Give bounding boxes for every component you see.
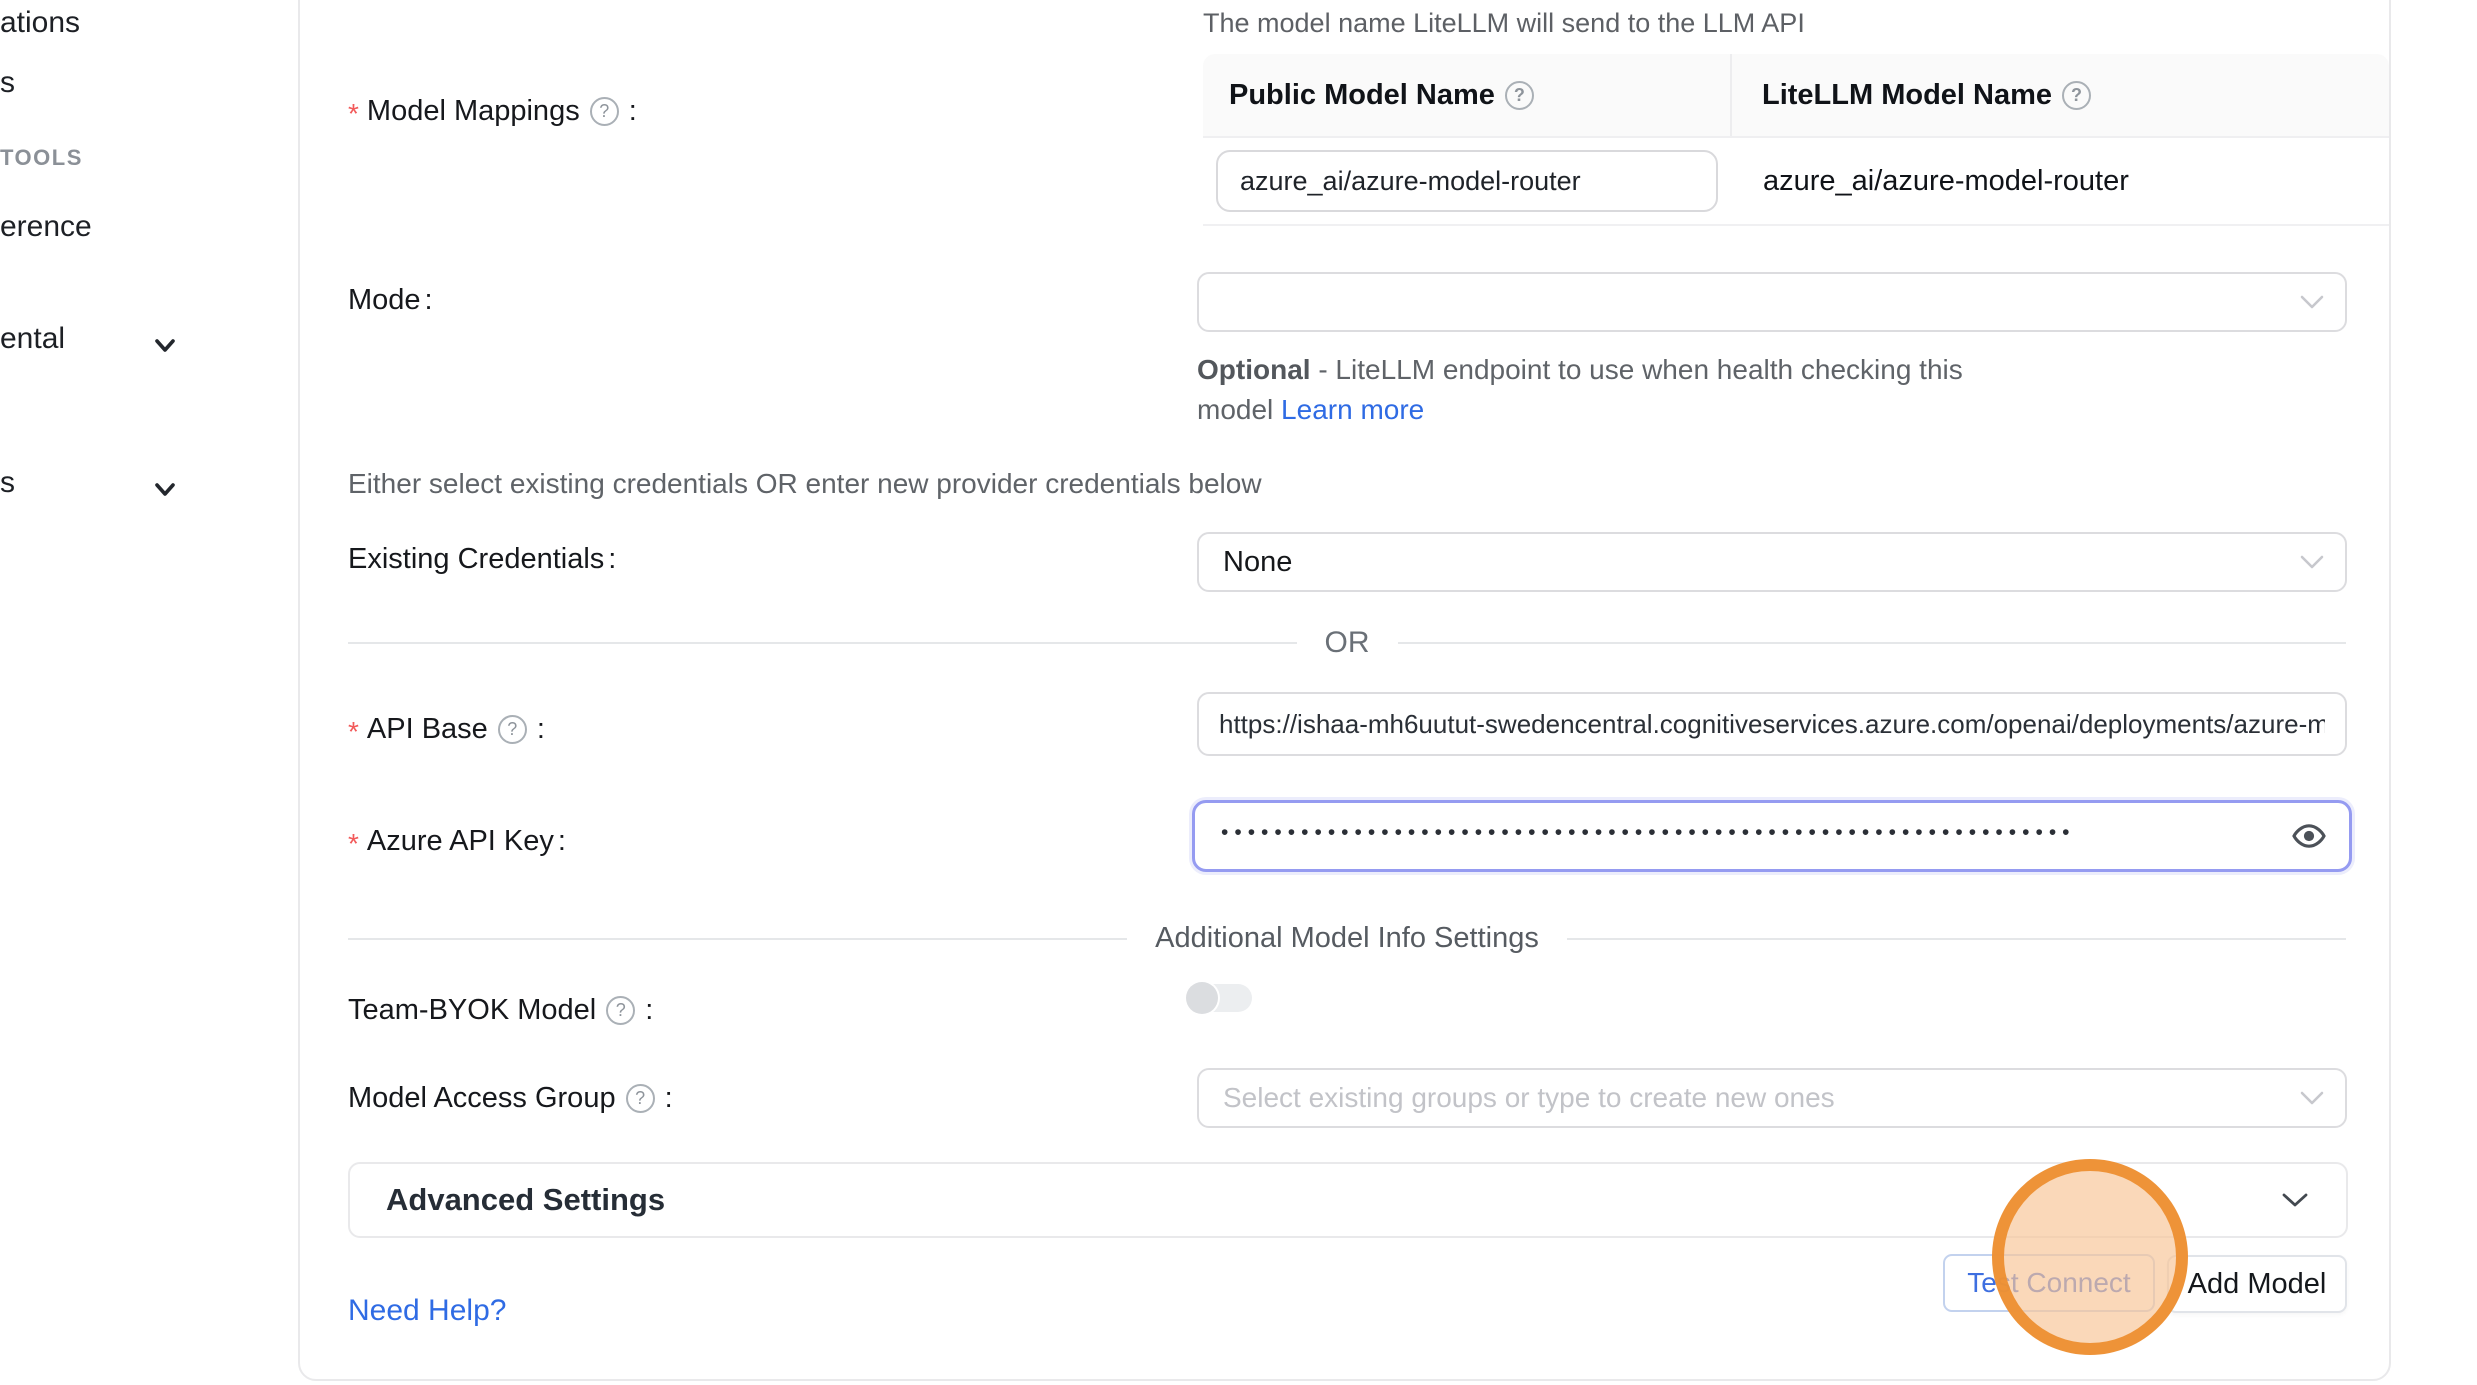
or-divider-text: OR <box>1297 626 1398 660</box>
existing-credentials-select[interactable]: None <box>1197 532 2347 592</box>
public-model-name-input[interactable] <box>1216 150 1718 212</box>
chevron-down-icon <box>2280 1191 2310 1209</box>
model-access-group-placeholder: Select existing groups or type to create… <box>1223 1082 1835 1114</box>
existing-credentials-value: None <box>1223 546 1292 579</box>
learn-more-link[interactable]: Learn more <box>1281 394 1424 425</box>
credentials-note: Either select existing credentials OR en… <box>348 468 1262 500</box>
team-byok-label: Team-BYOK Model ? : <box>348 994 653 1027</box>
required-asterisk: * <box>348 828 359 860</box>
table-row: azure_ai/azure-model-router <box>1203 138 2389 226</box>
required-asterisk: * <box>348 716 359 748</box>
chevron-down-icon <box>2299 1090 2325 1106</box>
api-base-label: * API Base ? : <box>348 710 545 748</box>
azure-api-key-label: * Azure API Key : <box>348 822 566 860</box>
question-circle-icon[interactable]: ? <box>1505 81 1534 110</box>
model-mappings-table: Public Model Name ? LiteLLM Model Name ?… <box>1203 54 2389 226</box>
model-access-group-select[interactable]: Select existing groups or type to create… <box>1197 1068 2347 1128</box>
required-asterisk: * <box>348 98 359 130</box>
question-circle-icon[interactable]: ? <box>498 715 527 744</box>
chevron-down-icon <box>150 330 180 360</box>
table-header: Public Model Name ? LiteLLM Model Name ? <box>1203 54 2389 138</box>
question-circle-icon[interactable]: ? <box>2062 81 2091 110</box>
team-byok-toggle[interactable] <box>1186 982 1252 1014</box>
sidebar-item-models[interactable]: s <box>0 66 15 100</box>
mode-select[interactable] <box>1197 272 2347 332</box>
test-connect-button[interactable]: Test Connect <box>1943 1254 2155 1312</box>
or-divider: OR <box>348 626 2346 660</box>
model-name-help-text: The model name LiteLLM will send to the … <box>1203 8 1805 39</box>
model-mappings-label: * Model Mappings ? : <box>348 92 637 130</box>
sidebar-item-inference[interactable]: erence <box>0 210 92 244</box>
add-model-page: ations s TOOLS erence ental s The model … <box>0 0 2477 1385</box>
azure-api-key-input[interactable]: ••••••••••••••••••••••••••••••••••••••••… <box>1192 800 2352 872</box>
question-circle-icon[interactable]: ? <box>606 996 635 1025</box>
add-model-button[interactable]: Add Model <box>2167 1255 2347 1313</box>
api-base-input[interactable] <box>1197 692 2347 756</box>
model-access-group-label: Model Access Group ? : <box>348 1082 673 1115</box>
chevron-down-icon <box>150 474 180 504</box>
additional-info-divider: Additional Model Info Settings <box>348 922 2346 955</box>
question-circle-icon[interactable]: ? <box>590 97 619 126</box>
existing-credentials-label: Existing Credentials: <box>348 543 616 576</box>
mode-helper-text: Optional - LiteLLM endpoint to use when … <box>1197 350 2029 430</box>
mode-label: Mode: <box>348 284 433 317</box>
sidebar-section-tools: TOOLS <box>0 145 83 171</box>
chevron-down-icon <box>2299 294 2325 310</box>
litellm-model-name-header: LiteLLM Model Name ? <box>1730 54 2389 136</box>
advanced-settings-panel[interactable]: Advanced Settings <box>348 1162 2348 1238</box>
sidebar-item-settings[interactable]: s <box>0 466 15 500</box>
eye-icon[interactable] <box>2291 818 2327 854</box>
need-help-link[interactable]: Need Help? <box>348 1294 506 1328</box>
public-model-name-header: Public Model Name ? <box>1203 54 1730 136</box>
question-circle-icon[interactable]: ? <box>626 1084 655 1113</box>
sidebar-item-experimental[interactable]: ental <box>0 322 65 356</box>
additional-info-divider-text: Additional Model Info Settings <box>1127 922 1567 955</box>
sidebar-item-organizations[interactable]: ations <box>0 6 80 40</box>
masked-password-value: ••••••••••••••••••••••••••••••••••••••••… <box>1221 821 2291 845</box>
litellm-model-name-value: azure_ai/azure-model-router <box>1718 165 2129 198</box>
chevron-down-icon <box>2299 554 2325 570</box>
advanced-settings-title: Advanced Settings <box>386 1182 665 1218</box>
